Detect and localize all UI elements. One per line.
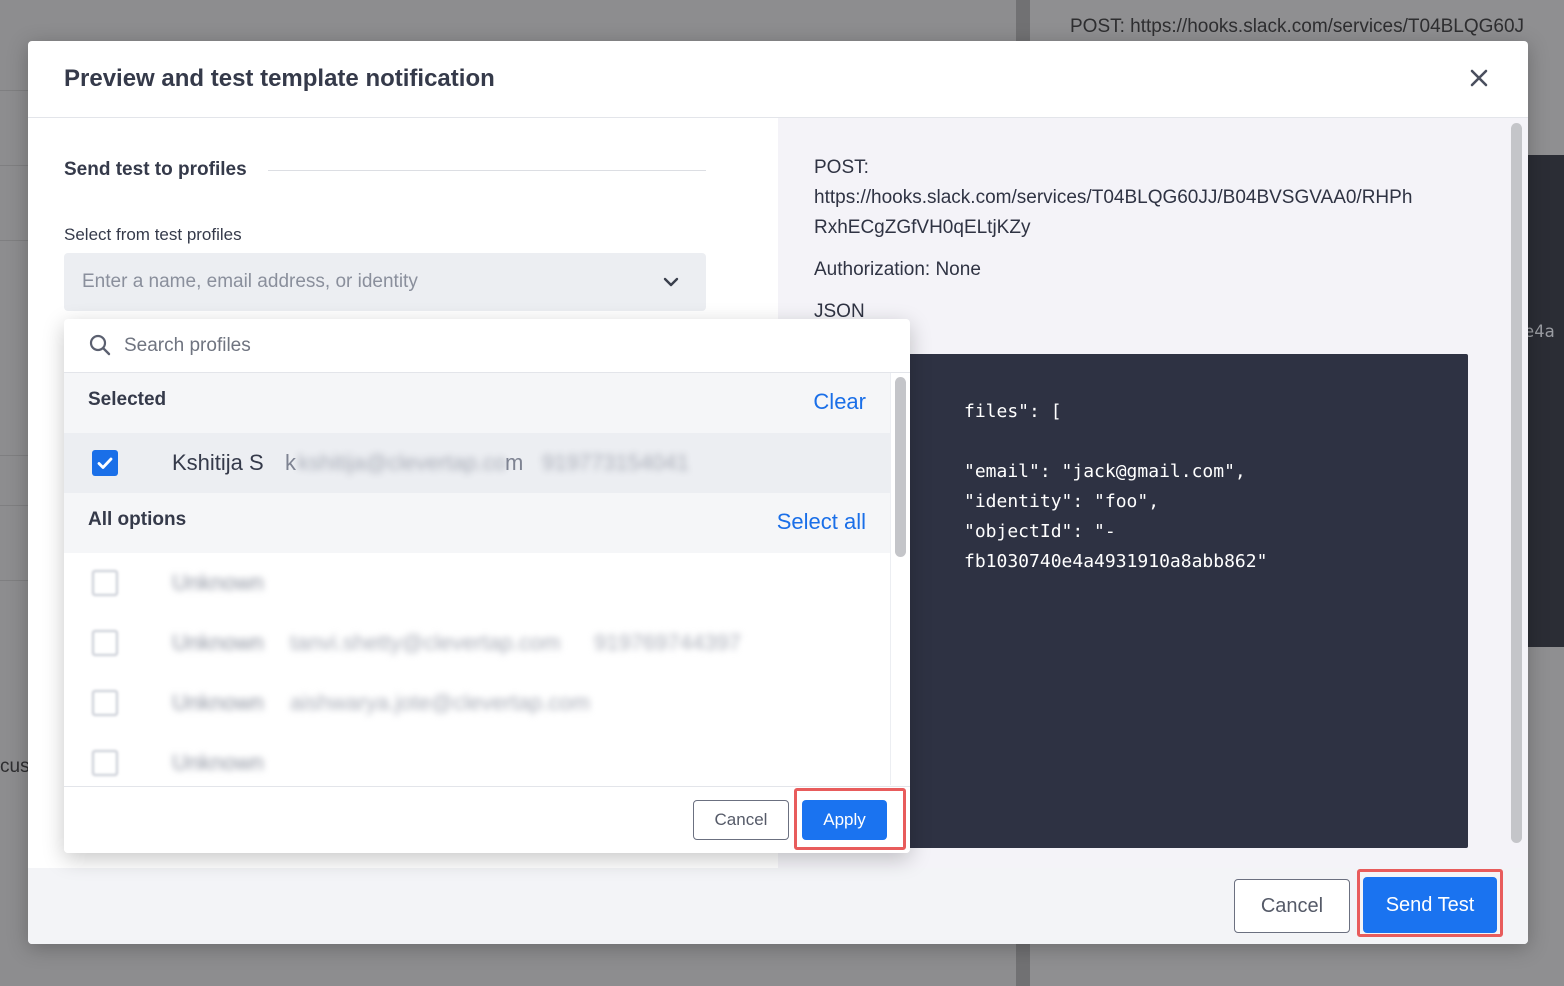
code-line: files": [ (964, 401, 1062, 422)
json-code-block: files": [ "email": "jack@gmail.com", "id… (838, 354, 1468, 848)
webhook-url-line1: https://hooks.slack.com/services/T04BLQG… (814, 187, 1413, 208)
checkmark-icon (97, 457, 113, 469)
test-profiles-select[interactable]: Enter a name, email address, or identity (64, 253, 706, 311)
profile-email-redacted: kshitija@clevertap.co (298, 450, 507, 475)
post-label: POST: (814, 157, 869, 178)
dropdown-cancel-button[interactable]: Cancel (693, 800, 789, 840)
section-title: Send test to profiles (64, 159, 247, 180)
profile-name: Unknown (172, 570, 264, 595)
profile-email: tanvi.shetty@clevertap.com (290, 630, 561, 655)
authorization-text: Authorization: None (814, 259, 981, 280)
all-options-group-header: All options Select all (64, 493, 890, 553)
modal-header: Preview and test template notification (28, 41, 1528, 118)
webhook-url-line2: RxhECgZGfVH0qELtjKZy (814, 217, 1031, 238)
code-line: "objectId": "- (964, 521, 1116, 542)
modal-title: Preview and test template notification (64, 65, 495, 92)
section-divider (268, 170, 706, 171)
select-placeholder: Enter a name, email address, or identity (82, 271, 418, 292)
checkbox-unchecked[interactable] (92, 750, 118, 776)
code-line: fb1030740e4a4931910a8abb862" (964, 551, 1268, 572)
profile-phone: 919773154041 (542, 450, 689, 475)
profile-option[interactable]: Unknown (64, 733, 890, 785)
chevron-down-icon (662, 273, 680, 291)
dropdown-scrollbar-thumb[interactable] (895, 377, 906, 557)
test-profiles-label: Select from test profiles (64, 225, 242, 244)
clear-link[interactable]: Clear (813, 389, 866, 415)
profile-name: Unknown (172, 750, 264, 775)
checkbox-checked[interactable] (92, 450, 118, 476)
profile-search-bar (64, 319, 910, 373)
code-line: "email": "jack@gmail.com", (964, 461, 1246, 482)
profile-email-end: m (505, 450, 524, 475)
profile-email: aishwarya.jote@clevertap.com (290, 690, 590, 715)
profile-options-list: Selected Clear Kshitija S k kshitija@cle… (64, 373, 890, 785)
background-code-fragment: e4a (1524, 322, 1555, 342)
profile-email-start: k (285, 450, 296, 475)
selected-group-label: Selected (88, 389, 167, 410)
checkbox-unchecked[interactable] (92, 630, 118, 656)
profile-name: Unknown (172, 690, 264, 715)
profile-option[interactable]: Unknown aishwarya.jote@clevertap.com (64, 673, 890, 733)
checkbox-unchecked[interactable] (92, 570, 118, 596)
profile-name: Kshitija S (172, 450, 264, 475)
code-line: "identity": "foo", (964, 491, 1160, 512)
profile-name: Unknown (172, 630, 264, 655)
profile-phone: 919769744397 (594, 630, 741, 655)
dropdown-footer: Cancel Apply (64, 786, 910, 853)
profile-option[interactable]: Unknown (64, 553, 890, 613)
background-post-text: POST: https://hooks.slack.com/services/T… (1070, 16, 1525, 37)
selected-group-header: Selected Clear (64, 373, 890, 433)
profile-search-input[interactable] (122, 331, 826, 361)
profile-option-selected[interactable]: Kshitija S k kshitija@clevertap.co m 919… (64, 433, 890, 493)
checkbox-unchecked[interactable] (92, 690, 118, 716)
apply-button[interactable]: Apply (802, 800, 887, 840)
cancel-button[interactable]: Cancel (1234, 879, 1350, 933)
select-all-link[interactable]: Select all (777, 509, 866, 535)
profile-option[interactable]: Unknown tanvi.shetty@clevertap.com 91976… (64, 613, 890, 673)
preview-scrollbar-thumb[interactable] (1511, 123, 1522, 843)
search-icon (88, 333, 112, 357)
close-icon[interactable] (1466, 65, 1492, 91)
send-test-button[interactable]: Send Test (1363, 877, 1497, 933)
all-options-label: All options (88, 509, 187, 530)
profiles-dropdown: Selected Clear Kshitija S k kshitija@cle… (64, 319, 910, 853)
